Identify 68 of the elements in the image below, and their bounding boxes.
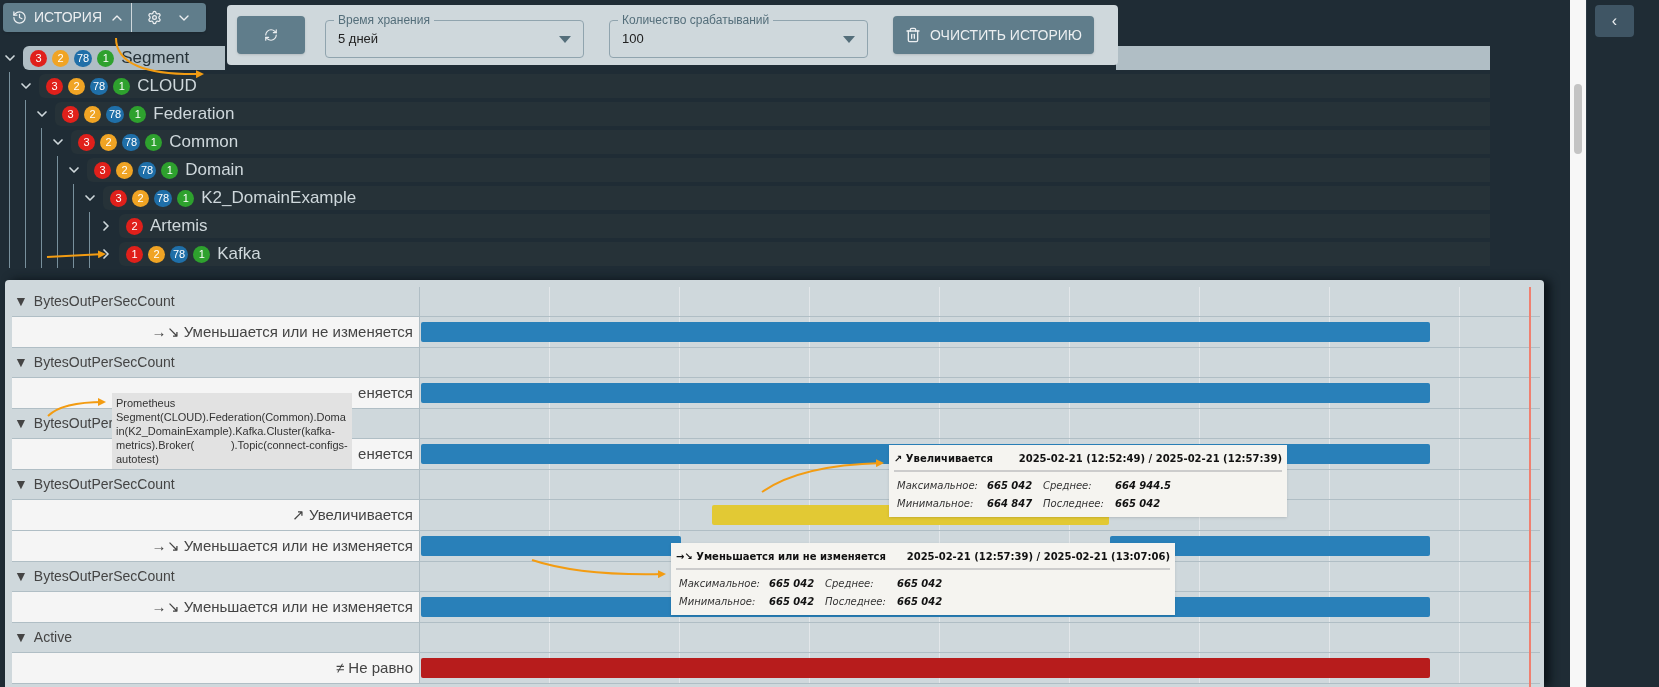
count-badge: 2 xyxy=(52,49,69,67)
trend-title: →↘ Уменьшается или не изменяется xyxy=(676,550,886,564)
stat-label: Максимальное: xyxy=(897,479,979,493)
count-badge: 78 xyxy=(170,245,189,263)
stat-value: 664 944.5 xyxy=(1115,479,1172,493)
count-badge: 2 xyxy=(132,189,149,207)
node-label: Artemis xyxy=(150,217,208,235)
count-badge: 1 xyxy=(129,105,147,123)
count-badge: 78 xyxy=(138,161,157,179)
stat-value: 665 042 xyxy=(897,595,944,609)
field-value: 5 дней xyxy=(338,30,379,49)
period-text: 2025-02-21 (12:52:49) / 2025-02-21 (12:57:39) xyxy=(1018,452,1282,466)
count-badge: 2 xyxy=(100,133,117,151)
count-badge: 78 xyxy=(154,189,173,207)
count-badge: 3 xyxy=(62,105,79,123)
count-badge: 1 xyxy=(126,245,143,263)
node-label: K2_DomainExample xyxy=(201,189,357,207)
stat-label: Минимальное: xyxy=(679,595,757,609)
count-badge: 78 xyxy=(122,133,141,151)
count-badge: 1 xyxy=(97,49,115,67)
count-badge: 3 xyxy=(110,189,127,207)
node-label: CLOUD xyxy=(137,77,197,95)
trend-label: →↘ Уменьшается или не изменяется xyxy=(151,535,413,556)
count-badge: 3 xyxy=(30,49,47,67)
stat-value: 665 042 xyxy=(987,479,1034,493)
count-badge: 1 xyxy=(113,77,131,95)
trend-label: еняется xyxy=(358,443,413,464)
stat-value: 665 042 xyxy=(769,577,816,591)
node-label: Domain xyxy=(185,161,244,179)
field-label: Время хранения xyxy=(334,12,434,28)
stat-label: Среднее: xyxy=(825,577,875,591)
stat-label: Минимальное: xyxy=(897,497,975,511)
period-text: 2025-02-21 (12:57:39) / 2025-02-21 (13:07:06) xyxy=(906,550,1170,564)
count-badge: 2 xyxy=(84,105,101,123)
trend-label: ↗ Увеличивается xyxy=(291,504,413,525)
stat-value: 665 042 xyxy=(1115,497,1162,511)
trend-title: ↗ Увеличивается xyxy=(894,452,993,466)
count-badge: 78 xyxy=(74,49,93,67)
count-badge: 78 xyxy=(90,77,109,95)
path-tooltip: Prometheus Segment(CLOUD).Federation(Common).Domain(K2_DomainExample).Kafka.Cluster(kafka-metrics).Broker( ).Topic(connect-configs-autotest) xyxy=(112,393,352,469)
count-badge: 78 xyxy=(106,105,125,123)
stat-value: 664 847 xyxy=(987,497,1034,511)
count-badge: 2 xyxy=(68,77,85,95)
field-label: Количество срабатываний xyxy=(618,12,774,28)
stat-label: Среднее: xyxy=(1043,479,1093,493)
node-label: Federation xyxy=(153,105,235,123)
count-badge: 2 xyxy=(126,217,143,235)
trend-label: еняется xyxy=(358,382,413,403)
stat-value: 665 042 xyxy=(897,577,944,591)
count-badge: 3 xyxy=(94,161,111,179)
stat-value: 665 042 xyxy=(769,595,816,609)
count-badge: 1 xyxy=(193,245,211,263)
count-badge: 3 xyxy=(78,133,95,151)
stat-label: Последнее: xyxy=(825,595,887,609)
field-value: 100 xyxy=(622,30,644,49)
count-badge: 3 xyxy=(46,77,63,95)
node-label: Kafka xyxy=(217,245,261,263)
stat-label: Последнее: xyxy=(1043,497,1105,511)
count-badge: 2 xyxy=(148,245,165,263)
count-badge: 1 xyxy=(145,133,163,151)
node-label: Common xyxy=(169,133,239,151)
stat-label: Максимальное: xyxy=(679,577,761,591)
count-badge: 2 xyxy=(116,161,133,179)
count-badge: 1 xyxy=(161,161,179,179)
trend-label: ≠ Не равно xyxy=(335,657,413,678)
trend-label: →↘ Уменьшается или не изменяется xyxy=(151,321,413,342)
trend-label: →↘ Уменьшается или не изменяется xyxy=(151,596,413,617)
count-badge: 1 xyxy=(177,189,195,207)
